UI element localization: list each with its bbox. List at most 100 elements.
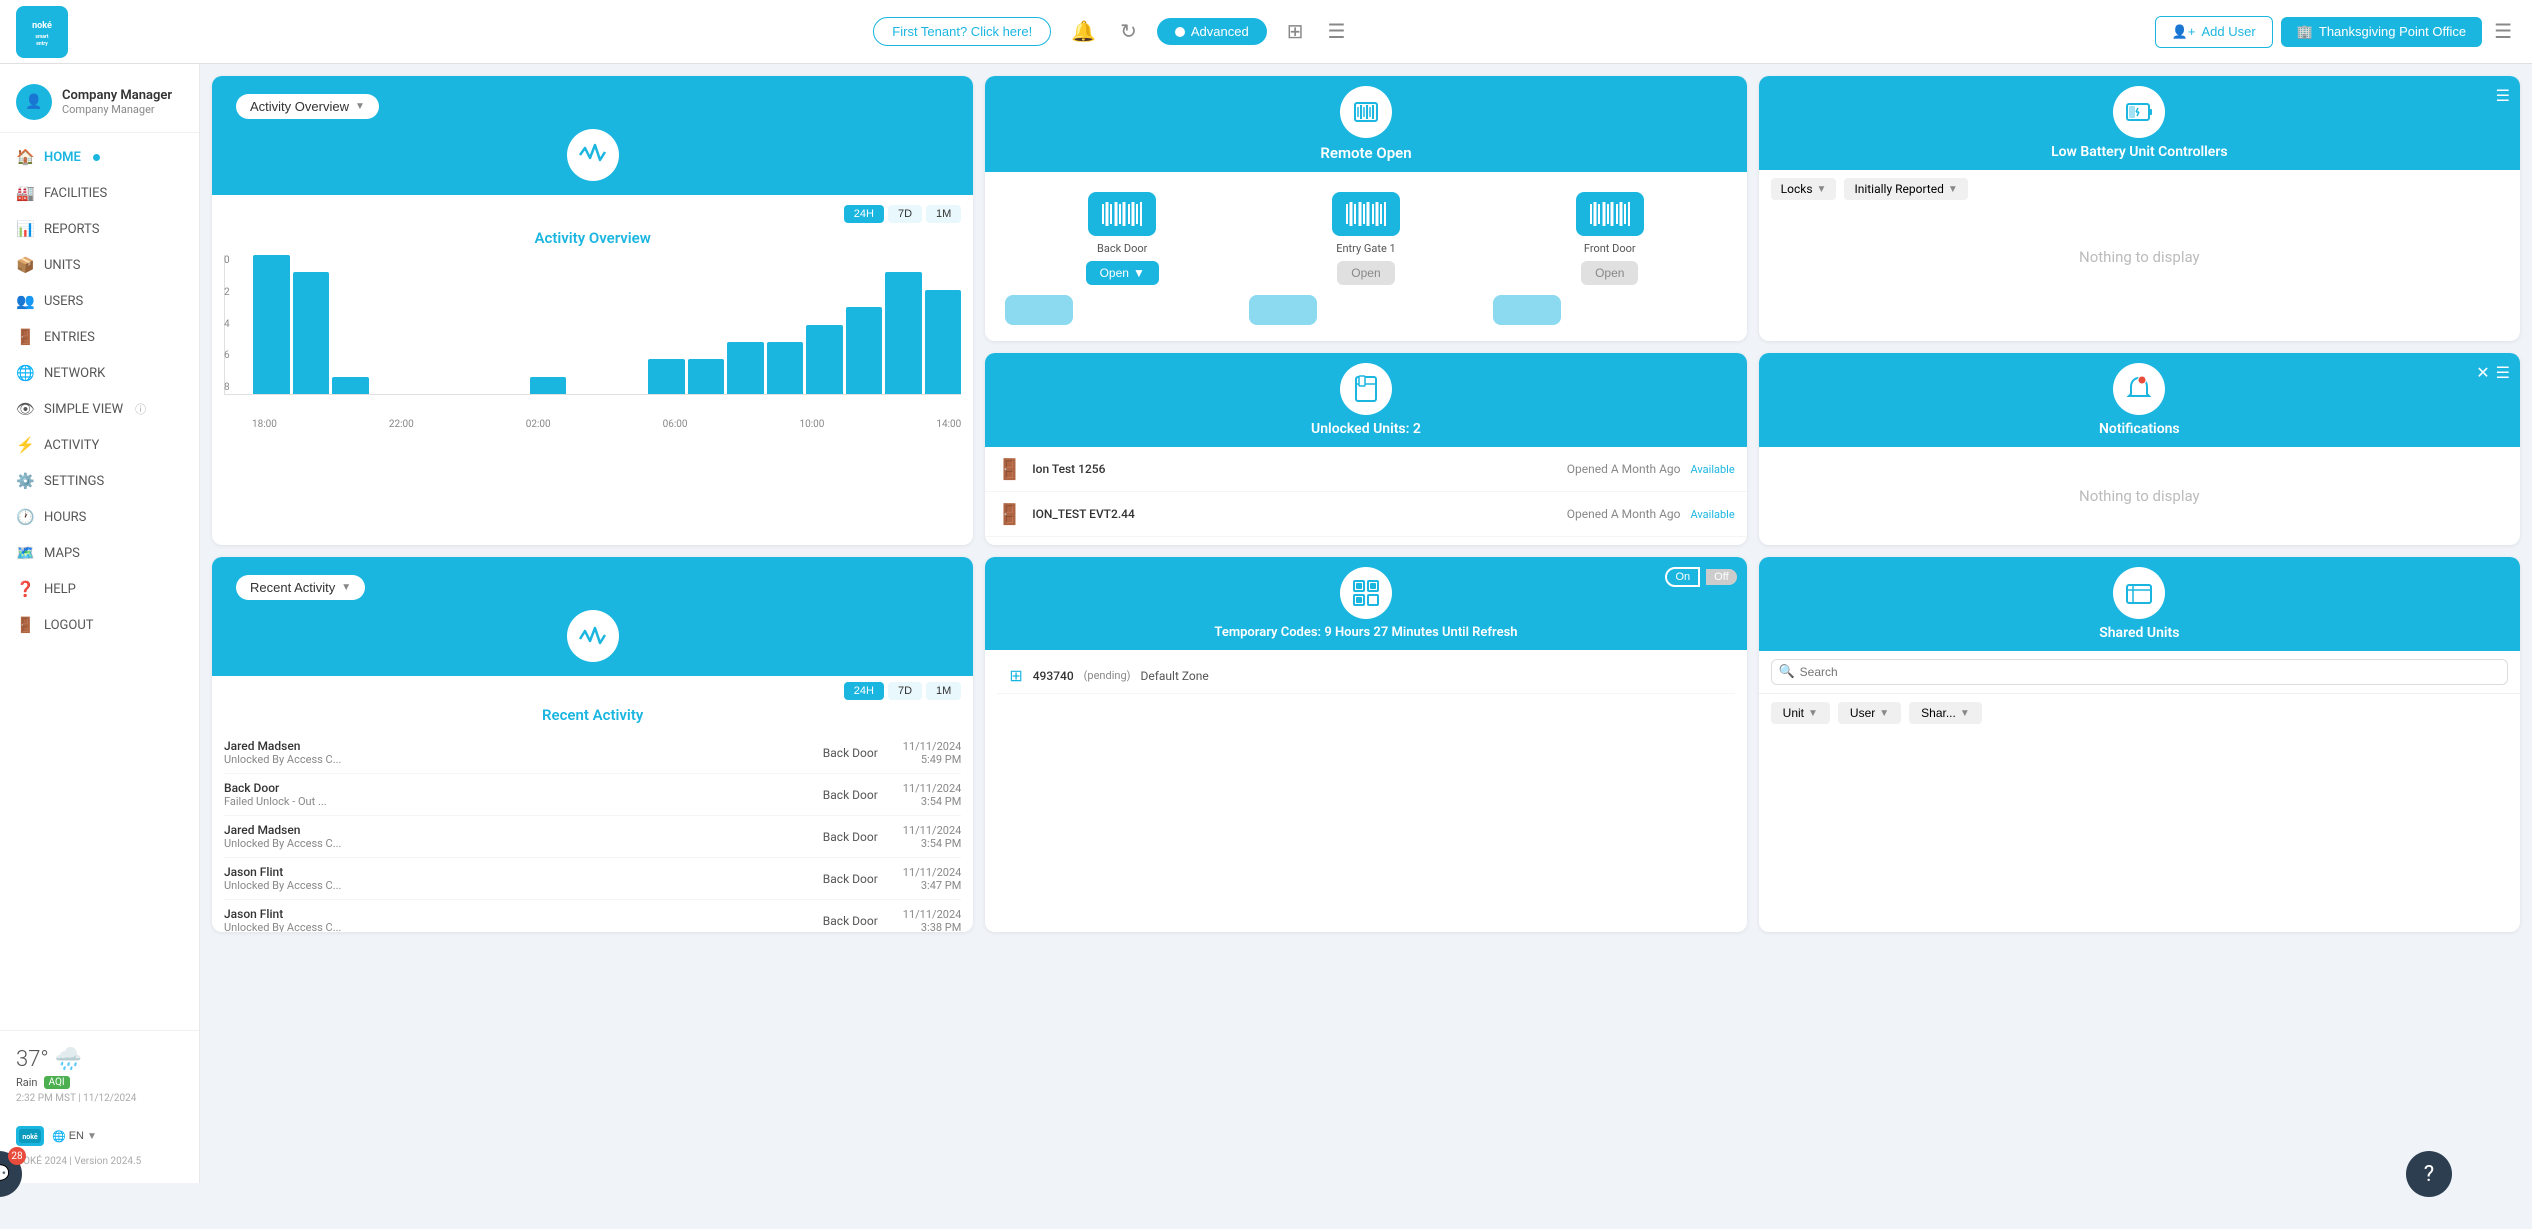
users-icon: 👥: [16, 292, 34, 310]
chat-float-button[interactable]: 💬 28: [0, 1151, 22, 1197]
recent-item-4: Jason Flint Unlocked By Access C... Back…: [224, 858, 961, 900]
sidebar-user: 👤 Company Manager Company Manager: [0, 72, 199, 133]
refresh-icon[interactable]: ↻: [1116, 15, 1141, 48]
sidebar-item-home[interactable]: 🏠 HOME: [0, 139, 199, 175]
unit-status-2: Available: [1691, 508, 1735, 521]
recent-time-btn-1m[interactable]: 1M: [926, 682, 961, 700]
building-icon: 🏢: [2297, 24, 2313, 40]
time-btn-7d[interactable]: 7D: [888, 205, 922, 223]
activity-dropdown[interactable]: Activity Overview ▼: [236, 94, 379, 119]
entries-icon: 🚪: [16, 328, 34, 346]
unlocked-icon-circle: [1340, 363, 1392, 415]
sidebar-item-users[interactable]: 👥 USERS: [0, 283, 199, 319]
sidebar-label-entries: ENTRIES: [44, 330, 95, 345]
recent-time-2: 3:54 PM: [903, 795, 962, 808]
recent-dropdown-label: Recent Activity: [250, 580, 335, 595]
shared-header: Shared Units: [1759, 557, 2520, 651]
recent-activity-card: Recent Activity ▼ 24H 7D 1M: [212, 557, 973, 932]
entrygate-open-button[interactable]: Open: [1337, 261, 1394, 285]
sidebar-item-hours[interactable]: 🕐 HOURS: [0, 499, 199, 535]
sidebar-weather: 37° 🌧️ Rain AQI 2:32 PM MST | 11/12/2024: [0, 1030, 199, 1116]
chart-x-labels: 18:0022:0002:0006:0010:0014:00: [224, 419, 961, 430]
add-user-button[interactable]: 👤+ Add User: [2155, 16, 2273, 48]
chart-bar: [530, 377, 567, 394]
remote-title: Remote Open: [1320, 144, 1411, 162]
shared-filters: Unit ▼ User ▼ Shar... ▼: [1759, 694, 2520, 732]
shared-filter-user[interactable]: User ▼: [1838, 702, 1901, 724]
language-button[interactable]: 🌐 EN ▼: [52, 1130, 97, 1143]
recent-time-3: 3:54 PM: [903, 837, 962, 850]
toggle-off-button[interactable]: Off: [1706, 569, 1736, 585]
shared-units-card: Shared Units 🔍 Unit ▼ User ▼ Shar...: [1759, 557, 2520, 932]
backdoor-open-button[interactable]: Open ▼: [1086, 261, 1159, 285]
main-layout: 👤 Company Manager Company Manager 🏠 HOME…: [0, 64, 2532, 1183]
sidebar-item-help[interactable]: ❓ HELP: [0, 571, 199, 607]
office-button[interactable]: 🏢 Thanksgiving Point Office: [2281, 17, 2482, 47]
noke-logo-badge: nokē: [16, 1126, 44, 1146]
recent-date-1: 11/11/2024: [903, 740, 962, 753]
shared-filter-share[interactable]: Shar... ▼: [1909, 702, 1982, 724]
recent-time-5: 3:38 PM: [903, 921, 962, 933]
frontdoor-open-button[interactable]: Open: [1581, 261, 1638, 285]
remote-lock-backdoor: Back Door Open ▼: [1005, 192, 1239, 285]
battery-filter-reported[interactable]: Initially Reported ▼: [1844, 178, 1967, 200]
recent-time-btn-7d[interactable]: 7D: [888, 682, 922, 700]
chart-bar: [688, 359, 725, 394]
activity-chevron: ▼: [355, 101, 365, 112]
toggle-on-button[interactable]: On: [1665, 567, 1700, 587]
unit-time-2: Opened A Month Ago: [1567, 507, 1681, 521]
facilities-icon: 🏭: [16, 184, 34, 202]
weather-condition: Rain: [16, 1076, 38, 1089]
sidebar-item-activity[interactable]: ⚡ ACTIVITY: [0, 427, 199, 463]
battery-list-button[interactable]: ☰: [2496, 86, 2510, 106]
battery-empty-state: Nothing to display: [1759, 208, 2520, 306]
tenant-button[interactable]: First Tenant? Click here!: [873, 17, 1051, 46]
home-icon: 🏠: [16, 148, 34, 166]
advanced-button[interactable]: Advanced: [1157, 18, 1267, 45]
recent-time-btn-24h[interactable]: 24H: [844, 682, 884, 700]
sidebar-label-reports: REPORTS: [44, 222, 99, 237]
bell-icon[interactable]: 🔔: [1067, 15, 1100, 48]
battery-icon-circle: [2113, 86, 2165, 138]
units-icon: 📦: [16, 256, 34, 274]
recent-date-5: 11/11/2024: [903, 908, 962, 921]
more-icon[interactable]: ☰: [2490, 15, 2516, 48]
sidebar-item-simple-view[interactable]: 👁 SIMPLE VIEW ⓘ: [0, 391, 199, 427]
temp-codes-card: On Off Temporary Codes: 9 Hours 27 Minut…: [985, 557, 1746, 932]
sidebar-item-reports[interactable]: 📊 REPORTS: [0, 211, 199, 247]
sidebar-item-units[interactable]: 📦 UNITS: [0, 247, 199, 283]
sidebar-item-settings[interactable]: ⚙️ SETTINGS: [0, 463, 199, 499]
battery-title: Low Battery Unit Controllers: [2051, 144, 2228, 160]
sidebar-label-simple-view: SIMPLE VIEW: [44, 402, 123, 417]
recent-dropdown[interactable]: Recent Activity ▼: [236, 575, 365, 600]
battery-filter-locks[interactable]: Locks ▼: [1771, 178, 1837, 200]
shared-search-input[interactable]: [1771, 659, 2508, 685]
grid-icon[interactable]: ⊞: [1283, 15, 1308, 48]
recent-icon-circle: [567, 610, 619, 662]
sidebar-item-network[interactable]: 🌐 NETWORK: [0, 355, 199, 391]
recent-desc-3: Unlocked By Access C...: [224, 837, 813, 850]
unit-name-2: ION_TEST EVT2.44: [1032, 507, 1557, 521]
settings-icon: ⚙️: [16, 472, 34, 490]
lang-chevron: ▼: [87, 1131, 97, 1142]
aqi-badge: AQI: [44, 1076, 70, 1089]
sidebar-item-facilities[interactable]: 🏭 FACILITIES: [0, 175, 199, 211]
shared-filter-unit[interactable]: Unit ▼: [1771, 702, 1830, 724]
sidebar-item-logout[interactable]: 🚪 LOGOUT: [0, 607, 199, 643]
entrygate-label: Entry Gate 1: [1336, 242, 1396, 255]
recent-time-4: 3:47 PM: [903, 879, 962, 892]
recent-desc-4: Unlocked By Access C...: [224, 879, 813, 892]
sidebar-item-entries[interactable]: 🚪 ENTRIES: [0, 319, 199, 355]
list-icon[interactable]: ☰: [1323, 15, 1349, 48]
remote-refresh-button[interactable]: ↻: [1722, 86, 1737, 107]
lock-extra-1: [1005, 295, 1073, 325]
activity-icon-circle: [567, 129, 619, 181]
sidebar-item-maps[interactable]: 🗺️ MAPS: [0, 535, 199, 571]
sidebar-label-users: USERS: [44, 294, 83, 309]
notif-list-button[interactable]: ☰: [2496, 363, 2510, 383]
time-btn-24h[interactable]: 24H: [844, 205, 884, 223]
time-btn-1m[interactable]: 1M: [926, 205, 961, 223]
notif-close-button[interactable]: ✕: [2476, 363, 2489, 383]
help-float-button[interactable]: ?: [2406, 1151, 2452, 1197]
sidebar-label-maps: MAPS: [44, 546, 80, 561]
